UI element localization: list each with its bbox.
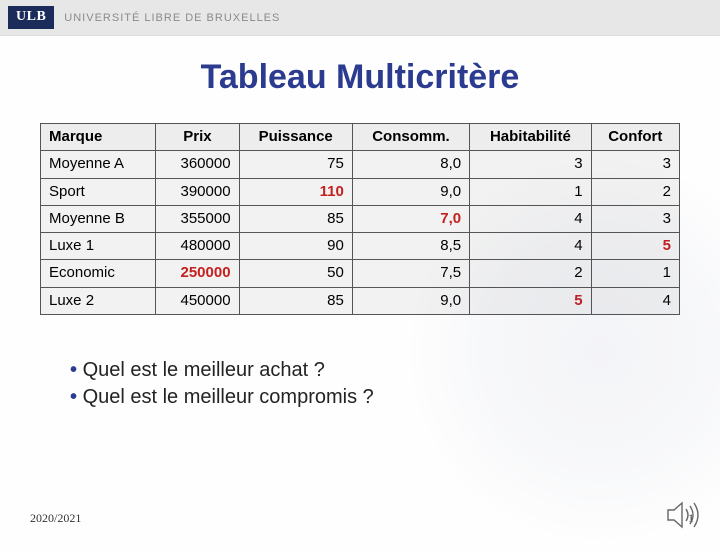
cell-value: 85 <box>239 205 352 232</box>
cell-marque: Sport <box>41 178 156 205</box>
cell-value: 50 <box>239 260 352 287</box>
col-confort: Confort <box>591 124 679 151</box>
cell-value: 4 <box>470 233 591 260</box>
bullet-item: Quel est le meilleur achat ? <box>70 359 650 382</box>
table-row: Luxe 2450000859,054 <box>41 287 680 314</box>
cell-value: 5 <box>591 233 679 260</box>
criteria-table-container: Marque Prix Puissance Consomm. Habitabil… <box>40 123 680 315</box>
cell-value: 110 <box>239 178 352 205</box>
cell-value: 90 <box>239 233 352 260</box>
cell-value: 1 <box>591 260 679 287</box>
table-row: Moyenne A360000758,033 <box>41 151 680 178</box>
cell-value: 9,0 <box>352 178 469 205</box>
col-puissance: Puissance <box>239 124 352 151</box>
table-header-row: Marque Prix Puissance Consomm. Habitabil… <box>41 124 680 151</box>
col-habitabilite: Habitabilité <box>470 124 591 151</box>
table-row: Moyenne B355000857,043 <box>41 205 680 232</box>
criteria-table: Marque Prix Puissance Consomm. Habitabil… <box>40 123 680 315</box>
cell-value: 9,0 <box>352 287 469 314</box>
cell-value: 8,0 <box>352 151 469 178</box>
ulb-logo: ULB <box>8 6 54 29</box>
cell-value: 4 <box>470 205 591 232</box>
cell-value: 3 <box>470 151 591 178</box>
cell-marque: Luxe 1 <box>41 233 156 260</box>
table-row: Luxe 1480000908,545 <box>41 233 680 260</box>
col-marque: Marque <box>41 124 156 151</box>
cell-value: 3 <box>591 151 679 178</box>
bullet-list: Quel est le meilleur achat ? Quel est le… <box>70 359 650 409</box>
cell-value: 250000 <box>156 260 239 287</box>
cell-value: 480000 <box>156 233 239 260</box>
cell-value: 75 <box>239 151 352 178</box>
cell-value: 4 <box>591 287 679 314</box>
speaker-icon <box>666 500 700 530</box>
cell-marque: Moyenne B <box>41 205 156 232</box>
cell-value: 2 <box>591 178 679 205</box>
col-consomm: Consomm. <box>352 124 469 151</box>
cell-marque: Moyenne A <box>41 151 156 178</box>
cell-marque: Luxe 2 <box>41 287 156 314</box>
university-name: UNIVERSITÉ LIBRE DE BRUXELLES <box>64 12 280 24</box>
col-prix: Prix <box>156 124 239 151</box>
cell-value: 7,0 <box>352 205 469 232</box>
slide-title: Tableau Multicritère <box>0 58 720 97</box>
cell-value: 2 <box>470 260 591 287</box>
cell-value: 7,5 <box>352 260 469 287</box>
cell-value: 360000 <box>156 151 239 178</box>
cell-value: 5 <box>470 287 591 314</box>
cell-marque: Economic <box>41 260 156 287</box>
cell-value: 450000 <box>156 287 239 314</box>
footer-year: 2020/2021 <box>30 511 81 526</box>
cell-value: 85 <box>239 287 352 314</box>
table-row: Economic250000507,521 <box>41 260 680 287</box>
cell-value: 1 <box>470 178 591 205</box>
cell-value: 355000 <box>156 205 239 232</box>
bullet-item: Quel est le meilleur compromis ? <box>70 386 650 409</box>
table-row: Sport3900001109,012 <box>41 178 680 205</box>
cell-value: 8,5 <box>352 233 469 260</box>
cell-value: 3 <box>591 205 679 232</box>
cell-value: 390000 <box>156 178 239 205</box>
header-bar: ULB UNIVERSITÉ LIBRE DE BRUXELLES <box>0 0 720 36</box>
